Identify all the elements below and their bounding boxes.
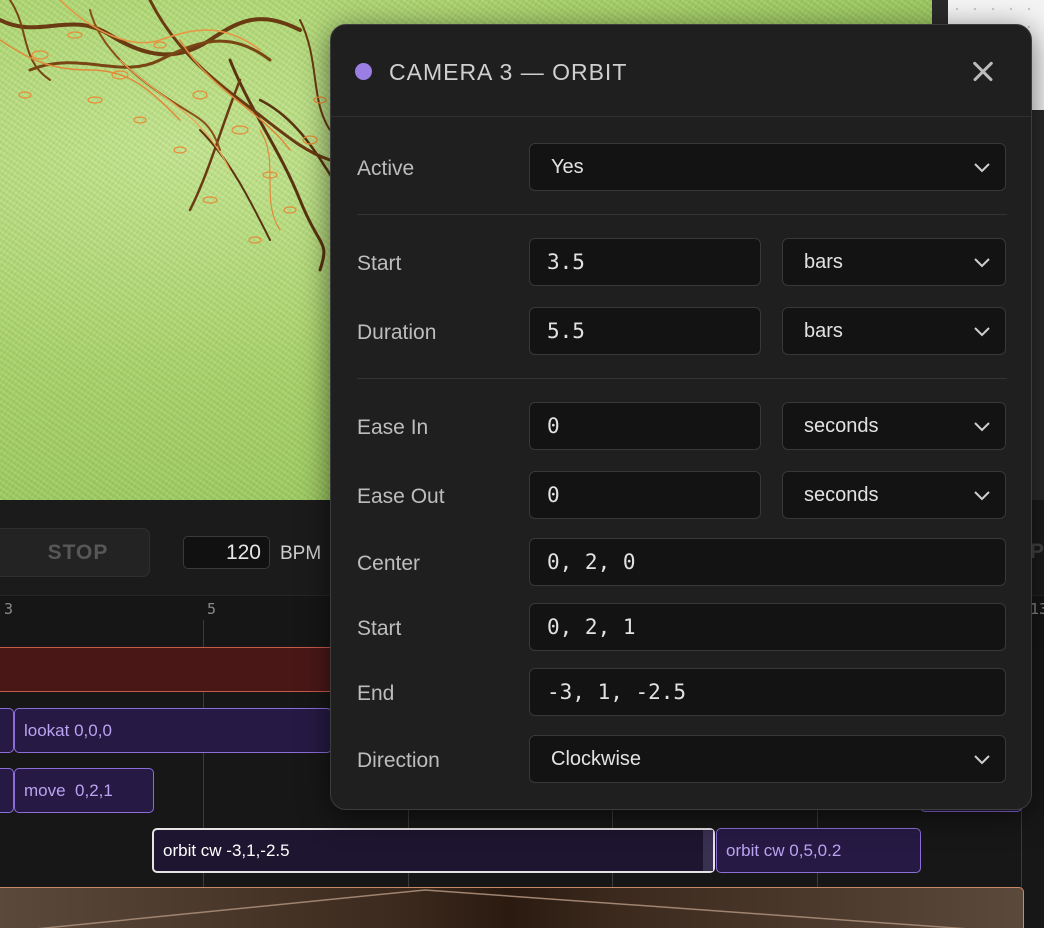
ease-in-unit-select[interactable]: seconds [782, 402, 1006, 450]
chevron-down-icon [974, 327, 990, 337]
ruler-tick-label: 13 [1030, 600, 1044, 618]
chevron-down-icon [974, 755, 990, 765]
timeline-clip[interactable] [0, 768, 14, 813]
ease-out-unit-select[interactable]: seconds [782, 471, 1006, 519]
ease-out-input[interactable]: 0 [529, 471, 761, 519]
dialog-title: CAMERA 3 — ORBIT [389, 59, 628, 85]
chevron-down-icon [974, 422, 990, 432]
start-unit-select[interactable]: bars [782, 238, 1006, 286]
chevron-down-icon [974, 491, 990, 501]
direction-value: Clockwise [551, 748, 642, 770]
direction-label: Direction [357, 749, 440, 772]
envelope-curve [37, 889, 966, 928]
stop-button[interactable]: STOP [0, 528, 150, 577]
active-select[interactable]: Yes [529, 143, 1006, 191]
bpm-label: BPM [280, 543, 322, 564]
orbit-clip-selected[interactable]: orbit cw -3,1,-2.5 [152, 828, 715, 873]
duration-input[interactable]: 5.5 [529, 307, 761, 355]
orbit-start-input[interactable]: 0, 2, 1 [529, 603, 1006, 651]
active-value: Yes [551, 156, 584, 178]
bpm-input[interactable]: 120 [183, 536, 270, 569]
chevron-down-icon [974, 258, 990, 268]
ease-out-unit-value: seconds [804, 484, 879, 506]
duration-unit-value: bars [804, 320, 843, 342]
duration-unit-select[interactable]: bars [782, 307, 1006, 355]
move-clip[interactable]: move 0,2,1 [14, 768, 154, 813]
camera-clip-dialog: CAMERA 3 — ORBIT Active Yes Start 3.5 ba… [330, 24, 1032, 810]
start-input[interactable]: 3.5 [529, 238, 761, 286]
divider [357, 378, 1007, 379]
orbit-end-input[interactable]: -3, 1, -2.5 [529, 668, 1006, 716]
ease-in-input[interactable]: 0 [529, 402, 761, 450]
timeline-clip[interactable] [0, 647, 332, 692]
start-label: Start [357, 252, 402, 275]
duration-label: Duration [357, 321, 437, 344]
lookat-clip[interactable]: lookat 0,0,0 [14, 708, 332, 753]
start-unit-value: bars [804, 251, 843, 273]
ease-out-label: Ease Out [357, 485, 445, 508]
ruler-tick-label: 3 [4, 600, 14, 618]
orbit-clip[interactable]: orbit cw 0,5,0.2 [716, 828, 921, 873]
orbit-end-label: End [357, 682, 395, 705]
timeline-clip[interactable] [0, 887, 1024, 928]
close-icon[interactable] [967, 55, 999, 87]
center-label: Center [357, 552, 421, 575]
ease-in-label: Ease In [357, 416, 429, 439]
status-dot-icon [355, 63, 372, 80]
orbit-start-label: Start [357, 617, 402, 640]
center-input[interactable]: 0, 2, 0 [529, 538, 1006, 586]
clipped-button-label[interactable]: PS [1030, 540, 1044, 564]
direction-select[interactable]: Clockwise [529, 735, 1006, 783]
timeline-clip[interactable] [0, 708, 14, 753]
chevron-down-icon [974, 163, 990, 173]
divider [357, 214, 1007, 215]
ease-in-unit-value: seconds [804, 415, 879, 437]
dialog-header: CAMERA 3 — ORBIT [331, 25, 1031, 117]
active-label: Active [357, 157, 415, 180]
ruler-tick-label: 5 [207, 600, 217, 618]
